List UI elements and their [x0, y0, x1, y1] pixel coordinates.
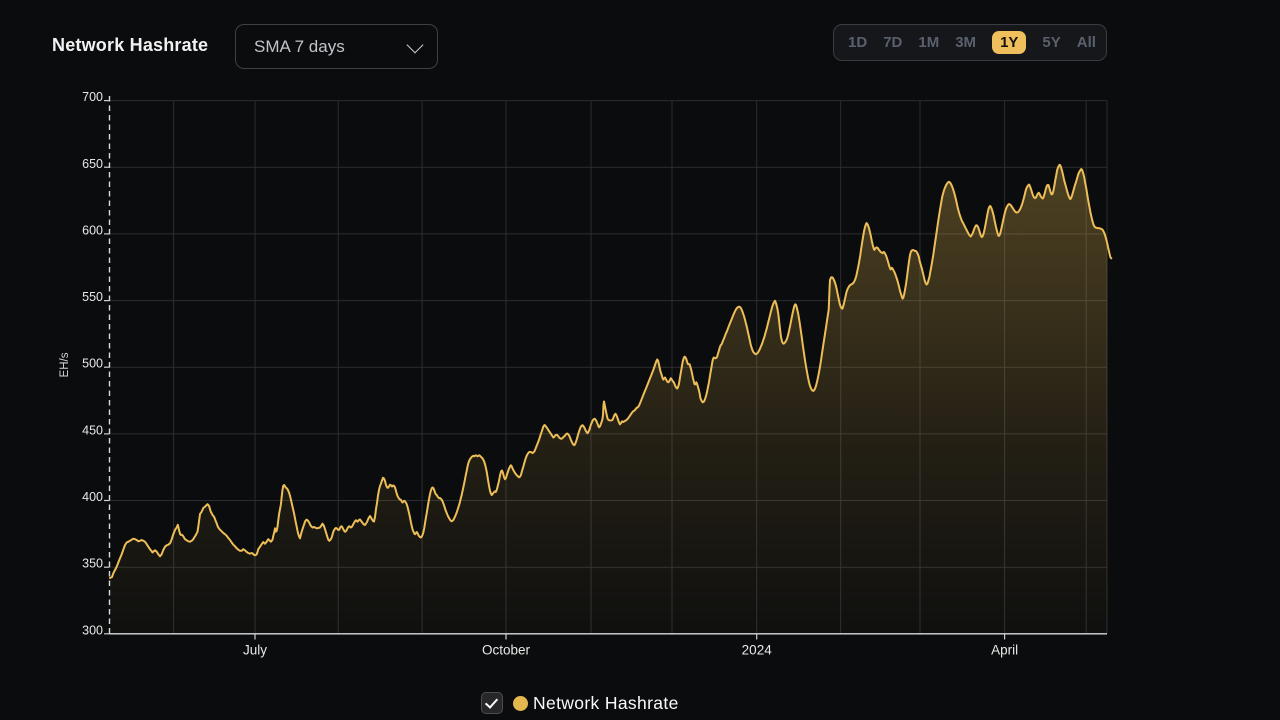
svg-text:600: 600 — [82, 223, 103, 237]
svg-text:350: 350 — [82, 557, 103, 571]
svg-text:400: 400 — [82, 490, 103, 504]
svg-text:550: 550 — [82, 290, 103, 304]
svg-text:300: 300 — [82, 623, 103, 637]
svg-text:2024: 2024 — [742, 643, 773, 658]
svg-text:650: 650 — [82, 157, 103, 171]
svg-text:EH/s: EH/s — [59, 352, 71, 377]
svg-text:April: April — [991, 643, 1018, 658]
svg-text:October: October — [482, 643, 531, 658]
svg-text:450: 450 — [82, 423, 103, 437]
svg-text:July: July — [243, 643, 267, 658]
svg-text:700: 700 — [82, 90, 103, 104]
svg-text:500: 500 — [82, 357, 103, 371]
